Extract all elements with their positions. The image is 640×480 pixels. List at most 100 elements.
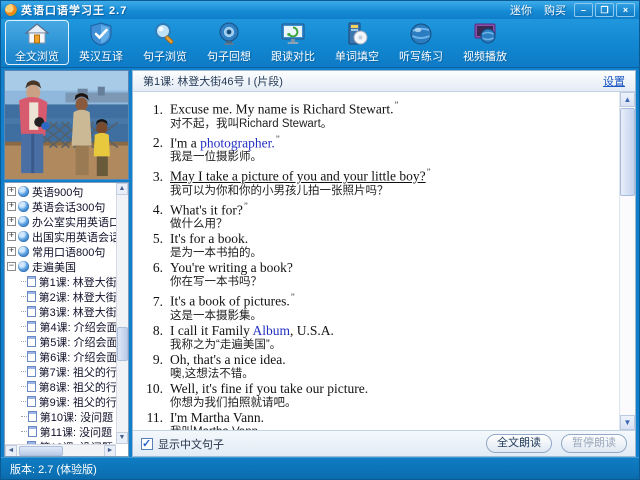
expand-icon[interactable]: +: [7, 187, 16, 196]
tree-lesson-item[interactable]: 第8课: 祖父的行李箱: [7, 379, 116, 394]
tree-category-label: 走遍美国: [32, 261, 76, 274]
tree-lesson-item[interactable]: 第10课: 没问题 I: [7, 409, 116, 424]
vocabulary-word-link[interactable]: Album: [253, 323, 291, 338]
sentence-number: 6.: [152, 260, 163, 275]
toolbar-sentence-browse[interactable]: 句子浏览: [133, 20, 197, 65]
sentence-english[interactable]: 10. Well, it's fine if you take our pictu…: [141, 381, 615, 397]
toolbar-word-fill[interactable]: 单词填空: [325, 20, 389, 65]
document-icon: [26, 291, 36, 302]
sentence-english[interactable]: 8. I call it Family Album, U.S.A.: [141, 323, 615, 339]
buy-link[interactable]: 购买: [544, 2, 566, 18]
tree-category[interactable]: + 英语会话300句: [7, 199, 116, 214]
content-vertical-scrollbar[interactable]: ▲ ▼: [619, 92, 635, 430]
tree-lesson-label: 第6课: 介绍会面 III: [39, 351, 116, 364]
tree-category-label: 英语会话300句: [32, 201, 106, 214]
scroll-up-icon[interactable]: ▲: [620, 92, 635, 107]
tree-lesson-item[interactable]: 第7课: 祖父的行李箱: [7, 364, 116, 379]
tree-vertical-scrollbar[interactable]: ▲ ▼: [116, 183, 128, 444]
sentence-number: 7.: [152, 293, 163, 309]
expand-icon[interactable]: +: [7, 202, 16, 211]
lesson-tree: + 英语900句 + 英语会话300句 + 办公室实用英语口语 + 出国实用英语会话 + 常用口语…: [5, 183, 116, 444]
sentence-english[interactable]: 7. It's a book of pictures.”: [141, 289, 615, 310]
scroll-up-icon[interactable]: ▲: [116, 183, 128, 195]
sentence-text: I'm a photographer.: [170, 135, 275, 150]
read-full-text-button[interactable]: 全文朗读: [486, 434, 552, 453]
document-icon: [26, 276, 36, 287]
pronunciation-marker: ”: [243, 200, 248, 211]
sentence-english[interactable]: 6. You're writing a book?: [141, 260, 615, 276]
minimize-button[interactable]: –: [574, 3, 593, 17]
tree-lesson-item[interactable]: 第6课: 介绍会面 III: [7, 349, 116, 364]
tree-lesson-item[interactable]: 第4课: 介绍会面 I: [7, 319, 116, 334]
document-icon: [26, 396, 36, 407]
sentence-text: Excuse me. My name is Richard Stewart.: [170, 101, 394, 117]
sentence-text: It's for a book.: [170, 231, 249, 246]
settings-link[interactable]: 设置: [603, 73, 625, 89]
restore-button[interactable]: ❐: [595, 3, 614, 17]
toolbar-dictation-practice[interactable]: 听写练习: [389, 20, 453, 65]
content-vscroll-thumb[interactable]: [620, 108, 635, 196]
scroll-right-icon[interactable]: ►: [104, 444, 116, 456]
tree-lesson-label: 第8课: 祖父的行李箱: [38, 381, 116, 394]
sentence-number: 11.: [146, 409, 163, 425]
tree-category[interactable]: + 英语900句: [7, 184, 116, 199]
tree-lesson-item[interactable]: 第5课: 介绍会面 II: [7, 334, 116, 349]
scroll-left-icon[interactable]: ◄: [5, 444, 17, 456]
video-player-icon: [474, 23, 496, 44]
sentence-english[interactable]: 5. It's for a book.: [141, 231, 615, 247]
tree-category[interactable]: + 常用口语800句: [7, 244, 116, 259]
toolbar-sentence-recall[interactable]: 句子回想: [197, 20, 261, 65]
sentence-area: 1. Excuse me. My name is Richard Stewart.…: [133, 92, 635, 431]
tree-lesson-item[interactable]: 第9课: 祖父的行李箱: [7, 394, 116, 409]
close-button[interactable]: ×: [616, 3, 635, 17]
toolbar-label: 句子回想: [207, 51, 251, 63]
expand-icon[interactable]: +: [7, 247, 16, 256]
sentence-english[interactable]: 4. What's it for?”: [141, 198, 615, 219]
vocabulary-word-link[interactable]: photographer.: [200, 135, 275, 150]
sentence-number: 5.: [152, 231, 163, 246]
collapse-icon[interactable]: −: [7, 262, 16, 271]
title-bar: 英语口语学习王 2.7 迷你 购买 – ❐ ×: [1, 1, 639, 19]
show-chinese-checkbox[interactable]: [141, 437, 153, 450]
sentence-english[interactable]: 9. Oh, that's a nice idea.: [141, 352, 615, 368]
home-icon: [24, 23, 50, 44]
lesson-photo: [4, 70, 129, 180]
tree-category[interactable]: + 办公室实用英语口语: [7, 214, 116, 229]
pause-reading-button[interactable]: 暂停朗读: [561, 434, 627, 453]
document-icon: [27, 336, 37, 347]
category-globe-icon: [18, 261, 29, 272]
sentence-text: You're writing a book?: [170, 260, 293, 275]
tree-lesson-label: 第10课: 没问题 I: [39, 411, 116, 424]
tree-lesson-item[interactable]: 第11课: 没问题 II: [7, 424, 116, 439]
sentence-number: 2.: [152, 135, 163, 150]
course-tree-panel: + 英语900句 + 英语会话300句 + 办公室实用英语口语 + 出国实用英语会话 + 常用口语…: [4, 182, 129, 457]
tree-vscroll-thumb[interactable]: [117, 326, 128, 361]
scroll-down-icon[interactable]: ▼: [116, 432, 128, 444]
tree-lesson-item[interactable]: 第2课: 林登大街46号: [7, 289, 116, 304]
expand-icon[interactable]: +: [7, 217, 16, 226]
sentence-number: 9.: [152, 351, 163, 367]
tree-category-label: 出国实用英语会话: [32, 231, 116, 244]
toolbar-read-compare[interactable]: 跟读对比: [261, 20, 325, 65]
tree-lesson-label: 第4课: 介绍会面 I: [39, 321, 116, 334]
mini-mode-link[interactable]: 迷你: [510, 2, 532, 18]
toolbar-video-play[interactable]: 视频播放: [453, 20, 517, 65]
sentence-english[interactable]: 11. I'm Martha Vann.: [141, 410, 615, 426]
toolbar-label: 视频播放: [463, 51, 507, 63]
toolbar-en-cn-translate[interactable]: 英汉互译: [69, 20, 133, 65]
tree-lesson-item[interactable]: 第3课: 林登大街46号: [7, 304, 116, 319]
sentence-english[interactable]: 1. Excuse me. My name is Richard Stewart.…: [141, 97, 615, 118]
scroll-down-icon[interactable]: ▼: [620, 415, 635, 430]
tree-hscroll-thumb[interactable]: [19, 445, 63, 456]
sentence-english[interactable]: 3. May I take a picture of you and your l…: [141, 164, 615, 185]
expand-icon[interactable]: +: [7, 232, 16, 241]
sentence-chinese: 你想为我们拍照就请吧。: [170, 396, 297, 409]
toolbar-full-text-browse[interactable]: 全文浏览: [5, 20, 69, 65]
tree-lesson-item[interactable]: 第1课: 林登大街46号: [7, 274, 116, 289]
tree-horizontal-scrollbar[interactable]: ◄ ►: [5, 444, 116, 456]
sentence-english[interactable]: 2. I'm a photographer.”: [141, 131, 615, 152]
lesson-title: 第1课: 林登大街46号 I (片段): [143, 76, 283, 88]
sentence-chinese: 你在写一本书吗？: [170, 276, 262, 288]
tree-category[interactable]: + 出国实用英语会话: [7, 229, 116, 244]
tree-category[interactable]: − 走遍美国: [7, 259, 116, 274]
